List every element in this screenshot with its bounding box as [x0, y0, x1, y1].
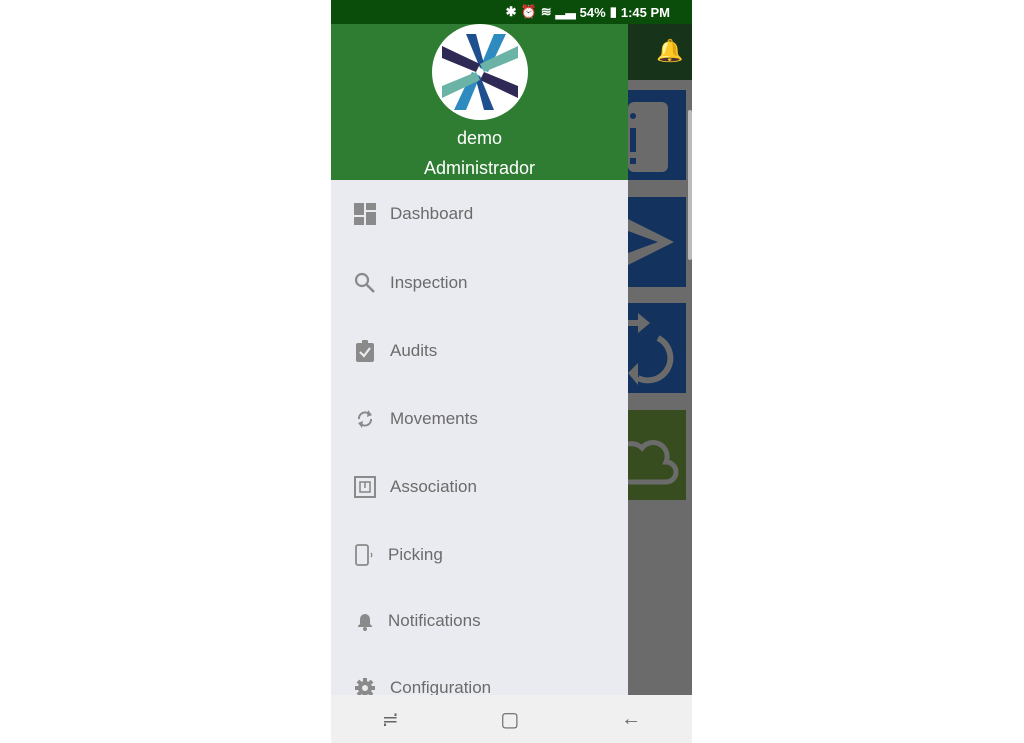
- notification-bell-icon[interactable]: 🔔: [656, 38, 683, 64]
- phone-screen: ✱ ⏰ ≋ ▂▃ 54% ▮ 1:45 PM 🔔 demo Administra…: [331, 0, 692, 743]
- menu-item-label: Audits: [390, 341, 438, 360]
- signal-icon: ▂▃: [555, 4, 576, 19]
- menu-item-association[interactable]: Association: [331, 462, 628, 512]
- bell-icon: [353, 609, 377, 633]
- clipboard-check-icon: [353, 339, 377, 363]
- clock: 1:45 PM: [620, 4, 670, 20]
- menu-item-notifications[interactable]: Notifications: [331, 596, 628, 646]
- inspection-tile[interactable]: [628, 90, 686, 180]
- system-navigation-bar: ≓ ▢ ←: [331, 695, 692, 743]
- dashboard-icon: [353, 202, 377, 226]
- home-button[interactable]: ▢: [500, 707, 519, 732]
- menu-item-label: Inspection: [390, 273, 468, 292]
- scrollbar[interactable]: [688, 110, 692, 260]
- drawer-header: demo Administrador: [331, 24, 628, 180]
- movements-tile[interactable]: [628, 303, 686, 393]
- bluetooth-icon: ✱: [505, 4, 517, 19]
- menu-item-label: Dashboard: [390, 204, 474, 223]
- navigation-drawer: demo Administrador Dashboard Inspection …: [331, 24, 628, 698]
- battery-percent: 54%: [579, 4, 606, 20]
- company-logo: [432, 24, 528, 120]
- nfc-icon: [353, 475, 377, 499]
- user-name: demo: [456, 128, 503, 148]
- back-button[interactable]: ←: [621, 708, 641, 731]
- menu-item-dashboard[interactable]: Dashboard: [331, 189, 628, 239]
- recent-apps-button[interactable]: ≓: [382, 707, 399, 732]
- send-tile[interactable]: [628, 197, 686, 287]
- menu-item-movements[interactable]: Movements: [331, 394, 628, 444]
- menu-item-label: Picking: [388, 545, 443, 564]
- status-bar: ✱ ⏰ ≋ ▂▃ 54% ▮ 1:45 PM: [331, 0, 692, 24]
- menu-item-label: Movements: [390, 409, 478, 428]
- menu-item-label: Notifications: [388, 611, 481, 630]
- wifi-icon: ≋: [540, 4, 552, 19]
- menu-item-audits[interactable]: Audits: [331, 326, 628, 376]
- sync-cloud-tile[interactable]: [627, 410, 686, 500]
- phone-signal-icon: [353, 543, 377, 567]
- sync-icon: [353, 407, 377, 431]
- menu-item-inspection[interactable]: Inspection: [331, 258, 628, 308]
- alarm-icon: ⏰: [520, 4, 537, 19]
- menu-item-picking[interactable]: Picking: [331, 530, 628, 580]
- menu-item-label: Association: [390, 477, 477, 496]
- search-icon: [353, 271, 377, 295]
- user-role: Administrador: [423, 158, 536, 178]
- battery-icon: ▮: [609, 4, 617, 19]
